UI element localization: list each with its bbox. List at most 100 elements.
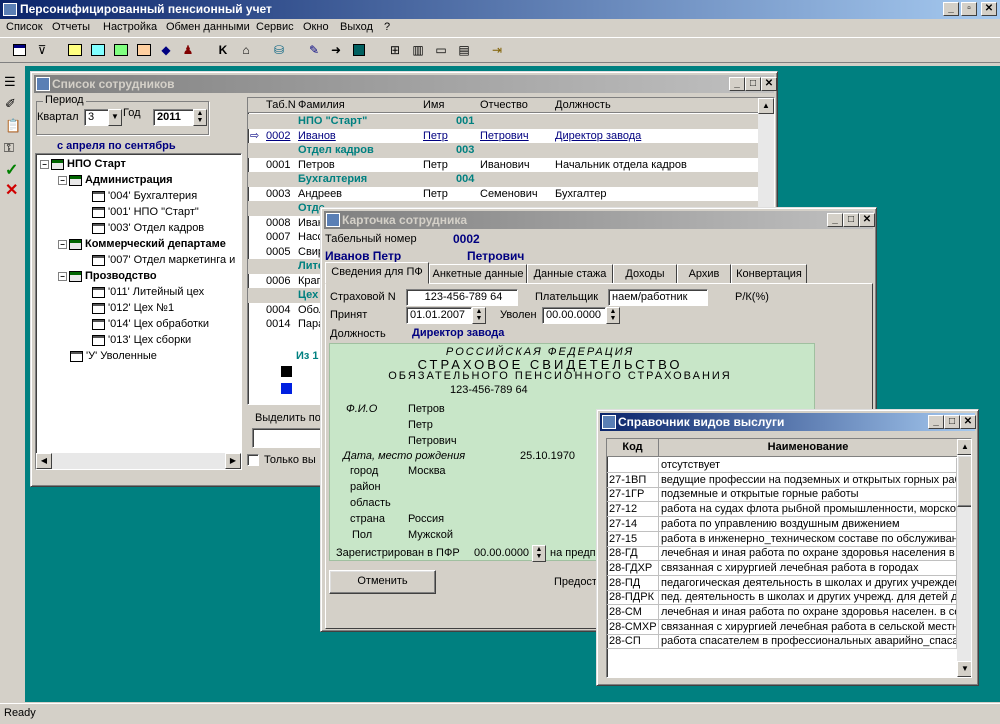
columns-icon[interactable]: ▥ <box>409 41 427 59</box>
maximize-button[interactable]: □ <box>843 213 859 227</box>
tree-node[interactable]: '014' Цех обработки <box>92 316 209 332</box>
column-header[interactable]: Имя <box>423 99 444 111</box>
table-row[interactable]: ⇨ 0002 Иванов Петр Петрович Директор завода <box>248 129 758 144</box>
maximize-button[interactable]: □ <box>745 77 761 91</box>
tree-node[interactable]: − НПО Старт <box>40 156 126 172</box>
tree-node[interactable]: 'У' Уволенные <box>70 348 157 364</box>
column-header[interactable]: Наименование <box>659 439 957 456</box>
snils-input[interactable]: 123-456-789 64 <box>406 289 518 306</box>
close-button[interactable]: ✕ <box>859 213 875 227</box>
scroll-thumb[interactable] <box>957 455 971 507</box>
menu-exit[interactable]: Выход <box>340 21 373 33</box>
tree-node[interactable]: '001' НПО "Старт" <box>92 204 199 220</box>
table-row[interactable]: 27-1ГР подземные и открытые горные работы <box>607 487 957 503</box>
diamond-icon[interactable]: ◆ <box>157 41 175 59</box>
exit-icon[interactable]: ⇥ <box>488 41 506 59</box>
group-row[interactable]: НПО "Старт" 001 <box>248 114 758 129</box>
stamp-icon[interactable]: ⚿ <box>4 140 14 156</box>
scroll-down-icon[interactable]: ▼ <box>957 661 971 677</box>
k-icon[interactable]: K <box>214 41 232 59</box>
restore-button[interactable]: ▫ <box>961 2 977 16</box>
column-header[interactable]: Таб.N <box>266 99 296 111</box>
filter-icon[interactable]: ⊽ <box>33 41 51 59</box>
people-icon[interactable]: ♟ <box>179 41 197 59</box>
window-icon[interactable]: ▭ <box>432 41 450 59</box>
table-row[interactable]: 28-ГД лечебная и иная работа по охране зд… <box>607 546 957 562</box>
scroll-left-icon[interactable]: ◀ <box>36 453 52 469</box>
table-row[interactable]: 27-15 работа в инженерно_техническом сост… <box>607 531 957 547</box>
only-checkbox[interactable] <box>247 454 259 466</box>
hired-date-input[interactable]: 01.01.2007 <box>406 307 472 324</box>
export-icon[interactable]: ➜ <box>327 41 345 59</box>
close-button[interactable]: ✕ <box>981 2 997 16</box>
table-row[interactable]: 28-ПД педагогическая деятельность в школа… <box>607 575 957 591</box>
report2-icon[interactable] <box>89 41 107 59</box>
table-row[interactable]: 0003 Андреев Петр Семенович Бухгалтер <box>248 187 758 202</box>
tree-node[interactable]: '004' Бухгалтерия <box>92 188 197 204</box>
tree-node[interactable]: '011' Литейный цех <box>92 284 204 300</box>
tree-node[interactable]: '003' Отдел кадров <box>92 220 204 236</box>
maximize-button[interactable]: □ <box>944 415 960 429</box>
cancel-icon[interactable]: ✕ <box>5 180 18 200</box>
reference-vscrollbar[interactable]: ▲ ▼ <box>957 439 971 677</box>
clipboard-icon[interactable]: 📋 <box>5 118 21 134</box>
cancel-button[interactable]: Отменить <box>329 570 436 594</box>
reference-table[interactable]: Код Наименование отсутствует 27-1ВП ведущи… <box>606 438 972 678</box>
column-header[interactable]: Фамилия <box>298 99 345 111</box>
tree-hscrollbar[interactable]: ◀ ▶ <box>36 453 241 469</box>
group-row[interactable]: Отдел кадров 003 <box>248 143 758 158</box>
table-row[interactable]: 28-СМХР связанная с хирургией лечебная ра… <box>607 619 957 635</box>
tab-questionnaire[interactable]: Анкетные данные <box>429 264 527 284</box>
column-header[interactable]: Отчество <box>480 99 528 111</box>
column-header[interactable]: Должность <box>555 99 611 111</box>
minimize-button[interactable]: _ <box>827 213 843 227</box>
menu-reports[interactable]: Отчеты <box>52 21 90 33</box>
eraser-icon[interactable]: ✐ <box>5 96 16 112</box>
table-row[interactable]: 28-СМ лечебная и иная работа по охране зд… <box>607 605 957 620</box>
network-icon[interactable]: ⛁ <box>270 41 288 59</box>
bank-icon[interactable]: ⌂ <box>237 41 255 59</box>
report1-icon[interactable] <box>66 41 84 59</box>
close-button[interactable]: ✕ <box>960 415 976 429</box>
tree-node[interactable]: − Администрация <box>58 172 173 188</box>
tab-seniority[interactable]: Данные стажа <box>527 264 613 284</box>
tree-node[interactable]: − Коммерческий департаме <box>58 236 226 252</box>
minimize-button[interactable]: _ <box>943 2 959 16</box>
table-row[interactable]: 28-ПДРК пед. деятельность в школах и друг… <box>607 590 957 606</box>
tree-node[interactable]: '013' Цех сборки <box>92 332 191 348</box>
chevron-down-icon[interactable]: ▼ <box>108 109 122 126</box>
scroll-right-icon[interactable]: ▶ <box>225 453 241 469</box>
list-icon[interactable] <box>10 41 28 59</box>
save-icon[interactable] <box>350 41 368 59</box>
menu-help[interactable]: ? <box>384 21 390 33</box>
menu-settings[interactable]: Настройка <box>103 21 157 33</box>
tab-archive[interactable]: Архив <box>677 264 731 284</box>
edit-icon[interactable]: ✎ <box>305 41 323 59</box>
report4-icon[interactable] <box>135 41 153 59</box>
tree-node[interactable]: − Прозводство <box>58 268 157 284</box>
report3-icon[interactable] <box>112 41 130 59</box>
menu-service[interactable]: Сервис <box>256 21 294 33</box>
table-row[interactable]: 28-СП работа спасателем в профессиональны… <box>607 634 957 650</box>
table-row[interactable]: 0001 Петров Петр Иванович Начальник отдела к… <box>248 158 758 173</box>
menu-window[interactable]: Окно <box>303 21 329 33</box>
minimize-button[interactable]: _ <box>928 415 944 429</box>
align-icon[interactable]: ☰ <box>4 74 16 90</box>
table-row[interactable]: 27-12 работа на судах флота рыбной промыш… <box>607 502 957 518</box>
registered-spinner[interactable]: ▲ ▼ <box>532 545 546 562</box>
minimize-button[interactable]: _ <box>729 77 745 91</box>
tab-income[interactable]: Доходы <box>613 264 677 284</box>
tree-node[interactable]: '007' Отдел маркетинга и <box>92 252 235 268</box>
menu-list[interactable]: Список <box>6 21 43 33</box>
check-icon[interactable]: ✓ <box>5 160 18 180</box>
menu-exchange[interactable]: Обмен данными <box>166 21 250 33</box>
table-row[interactable]: отсутствует <box>607 458 957 473</box>
tree-node[interactable]: '012' Цех №1 <box>92 300 174 316</box>
close-button[interactable]: ✕ <box>761 77 777 91</box>
payer-input[interactable]: наем/работник <box>608 289 708 306</box>
column-header[interactable]: Код <box>607 439 659 457</box>
fired-spinner[interactable]: ▲ ▼ <box>606 307 620 324</box>
tab-pf-info[interactable]: Сведения для ПФ <box>325 262 429 284</box>
form-icon[interactable]: ▤ <box>455 41 473 59</box>
tree-icon[interactable]: ⊞ <box>386 41 404 59</box>
